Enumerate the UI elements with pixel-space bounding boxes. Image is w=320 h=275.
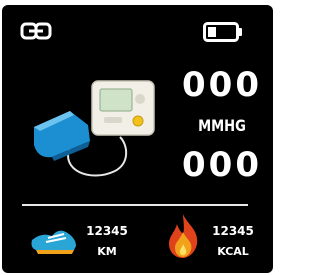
link-icon [20, 22, 52, 40]
divider [22, 204, 248, 206]
distance-value: 12345 [86, 224, 128, 238]
shoe-icon [31, 230, 76, 254]
battery-icon [203, 22, 242, 42]
pressure-unit-label: MMHG [198, 116, 246, 135]
calories-value: 12345 [212, 224, 254, 238]
systolic-value: 000 [182, 65, 262, 105]
calories-unit: KCAL [217, 245, 249, 258]
diastolic-value: 000 [182, 145, 262, 185]
flame-icon [169, 214, 198, 258]
blood-pressure-monitor-icon [34, 80, 155, 177]
distance-unit: KM [97, 245, 117, 258]
